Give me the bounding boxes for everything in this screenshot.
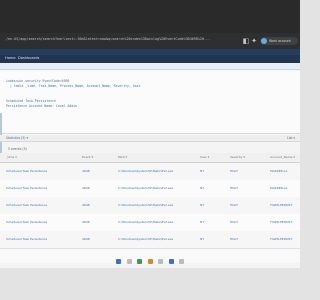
query-line: Persistence Account Name: Local Admin [6,104,78,108]
table-header: _time ▾ Event ▾ Path ▾ User ▾ Severity ▾… [0,153,300,163]
severity-cell[interactable]: HIGH [230,186,238,190]
app-navigation: Home Dashboards [0,55,300,63]
path-cell[interactable]: C:\Windows\System32\Tasks\Evil.exe [118,169,173,173]
query-line: Scheduled Task Persistence [6,99,56,103]
nav-home[interactable]: Home [5,56,16,60]
query-line: | table _time, Task_Name, Process_Name, … [10,84,141,88]
table-row[interactable]: Scheduled Task Persistence 4698 C:\Windo… [0,231,300,249]
user-cell[interactable]: NT [200,237,204,241]
results-table: _time ▾ Event ▾ Path ▾ User ▾ Severity ▾… [0,153,300,263]
address-bar[interactable]: /en-US/app/search/search?earliest=-30d&l… [6,37,238,45]
search-command-bar[interactable] [0,63,300,70]
task-title-cell[interactable]: Scheduled Task Persistence [6,220,47,224]
spreadsheet-icon[interactable] [137,258,142,264]
table-row[interactable]: Scheduled Task Persistence 4698 C:\Windo… [0,197,300,215]
column-header-event[interactable]: Event ▾ [82,155,93,159]
taskbar-dock [116,257,184,265]
severity-cell[interactable]: HIGH [230,220,238,224]
event-code-cell[interactable]: 4698 [82,203,90,207]
nav-dashboards[interactable]: Dashboards [18,56,39,60]
event-code-cell[interactable]: 4698 [82,220,90,224]
severity-cell[interactable]: HIGH [230,237,238,241]
column-header-severity[interactable]: Severity ▾ [230,155,245,159]
chat-icon[interactable] [168,258,174,264]
extension-icon[interactable]: ◧ [242,37,250,45]
avatar [261,38,267,44]
app-icon[interactable] [158,258,163,264]
query-editor[interactable]: index=win-security EventCode=4698 | tabl… [0,71,300,167]
puzzle-icon[interactable]: ✦ [250,37,258,45]
view-mode-dropdown[interactable]: List ▾ [287,136,295,140]
account-cell[interactable]: TIGER-PERSIST [270,220,292,224]
path-cell[interactable]: C:\Windows\System32\Tasks\Evil.exe [118,203,173,207]
settings-icon[interactable] [179,258,184,264]
column-header-path[interactable]: Path ▾ [118,155,127,159]
browser-icon[interactable] [116,258,121,264]
event-code-cell[interactable]: 4698 [82,237,90,241]
task-title-cell[interactable]: Scheduled Task Persistence [6,169,47,173]
user-cell[interactable]: NT [200,169,204,173]
table-row[interactable]: Scheduled Task Persistence 4698 C:\Windo… [0,180,300,198]
app-screen: /en-US/app/search/search?earliest=-30d&l… [0,33,300,268]
result-count: 5 events (5) [8,147,27,151]
account-cell[interactable]: MARKER-LA [270,169,287,173]
file-icon[interactable] [126,258,132,264]
query-line: index=win-security EventCode=4698 [6,79,70,83]
profile-label: Work account [269,39,291,43]
event-code-cell[interactable]: 4698 [82,186,90,190]
path-cell[interactable]: C:\Windows\System32\Tasks\Evil.exe [118,237,173,241]
task-title-cell[interactable]: Scheduled Task Persistence [6,186,47,190]
task-title-cell[interactable]: Scheduled Task Persistence [6,203,47,207]
task-title-cell[interactable]: Scheduled Task Persistence [6,237,47,241]
path-cell[interactable]: C:\Windows\System32\Tasks\Evil.exe [118,186,173,190]
account-cell[interactable]: TIGER-PERSIST [270,203,292,207]
account-cell[interactable]: MARKER-LA [270,186,287,190]
table-row[interactable]: Scheduled Task Persistence 4698 C:\Windo… [0,163,300,181]
severity-cell[interactable]: HIGH [230,169,238,173]
statistics-tab[interactable]: Statistics (5) ▾ [6,136,28,140]
user-cell[interactable]: NT [200,186,204,190]
column-header-time[interactable]: _time ▾ [6,155,17,159]
column-header-account[interactable]: Account_Name ▾ [270,155,295,159]
user-cell[interactable]: NT [200,203,204,207]
mail-icon[interactable] [147,258,153,264]
table-row[interactable]: Scheduled Task Persistence 4698 C:\Windo… [0,214,300,232]
laptop-base [0,268,300,300]
browser-toolbar: /en-US/app/search/search?earliest=-30d&l… [0,33,300,49]
severity-cell[interactable]: HIGH [230,203,238,207]
user-cell[interactable]: NT [200,220,204,224]
event-code-cell[interactable]: 4698 [82,169,90,173]
path-cell[interactable]: C:\Windows\System32\Tasks\Evil.exe [118,220,173,224]
results-toolbar: Statistics (5) ▾ List ▾ [0,135,300,142]
account-cell[interactable]: TIGER-PERSIST [270,237,292,241]
profile-button[interactable]: Work account [260,37,298,45]
column-header-user[interactable]: User ▾ [200,155,209,159]
